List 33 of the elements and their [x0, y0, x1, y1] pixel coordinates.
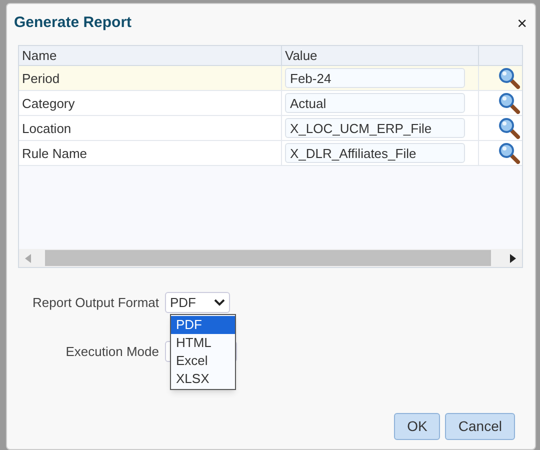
table-row[interactable]: Rule Name X_DLR_Affiliates_File: [19, 141, 522, 166]
column-header: Value: [282, 46, 479, 65]
dialog-title: Generate Report: [14, 12, 132, 33]
table-row[interactable]: Period Feb-24: [19, 66, 522, 91]
magnifier-icon[interactable]: [498, 92, 520, 114]
format-select[interactable]: PDF: [165, 292, 230, 313]
magnifier-icon[interactable]: [498, 142, 520, 164]
dialog-button[interactable]: OK: [394, 413, 440, 440]
parameter-name: Category: [19, 91, 282, 115]
dialog-button[interactable]: Cancel: [445, 413, 515, 440]
table-row[interactable]: Location X_LOC_UCM_ERP_File: [19, 116, 522, 141]
field-label: Report Output Format: [32, 294, 160, 312]
parameter-name: Location: [19, 116, 282, 140]
value-field[interactable]: X_LOC_UCM_ERP_File: [285, 118, 465, 138]
scroll-right-icon[interactable]: [510, 254, 516, 262]
dropdown-option[interactable]: PDF: [171, 316, 235, 334]
value-field[interactable]: Feb-24: [285, 68, 465, 88]
dropdown-option[interactable]: Excel: [171, 352, 235, 370]
chevron-down-icon: [214, 299, 225, 306]
dropdown-option[interactable]: XLSX: [171, 370, 235, 388]
field-label: Execution Mode: [64, 342, 160, 361]
close-button[interactable]: ×: [517, 14, 527, 32]
parameter-name: Rule Name: [19, 141, 282, 165]
value-field[interactable]: Actual: [285, 93, 465, 113]
scrollbar-thumb[interactable]: [45, 250, 491, 266]
magnifier-icon[interactable]: [498, 67, 520, 89]
parameter-name: Period: [19, 66, 282, 90]
column-header: Name: [19, 46, 282, 65]
horizontal-scrollbar[interactable]: [19, 249, 522, 267]
dropdown-option[interactable]: HTML: [171, 334, 235, 352]
value-field[interactable]: X_DLR_Affiliates_File: [285, 143, 465, 163]
table-row[interactable]: Category Actual: [19, 91, 522, 116]
magnifier-icon[interactable]: [498, 117, 520, 139]
